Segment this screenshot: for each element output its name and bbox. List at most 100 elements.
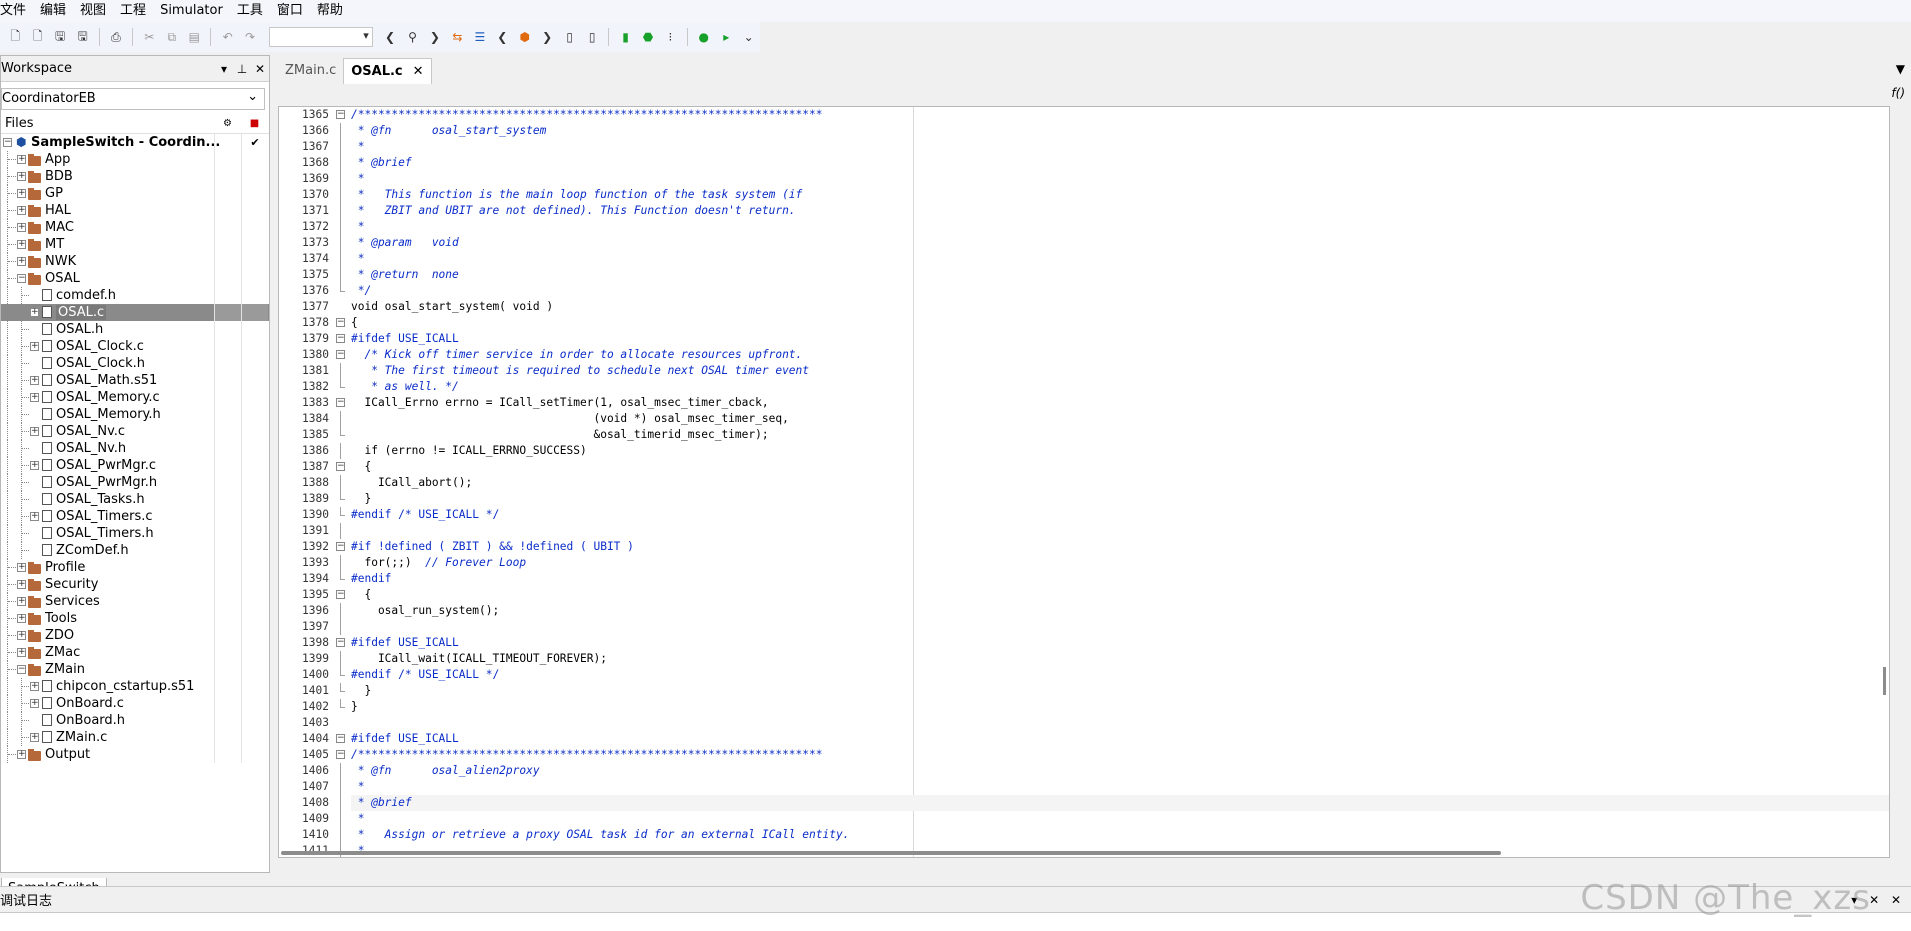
tree-file[interactable]: OSAL_Nv.h xyxy=(1,440,269,457)
expand-icon[interactable]: + xyxy=(30,733,39,742)
forward-icon[interactable]: ❯ xyxy=(538,27,556,47)
expand-icon[interactable]: + xyxy=(30,342,39,351)
tree-folder[interactable]: + ZMac xyxy=(1,644,269,661)
fold-toggle-icon[interactable]: − xyxy=(336,734,345,743)
toolbar-overflow-icon[interactable]: ⌄ xyxy=(739,27,757,47)
expand-icon[interactable]: + xyxy=(30,512,39,521)
vertical-scrollbar[interactable] xyxy=(1883,667,1886,695)
expand-icon[interactable]: + xyxy=(17,580,26,589)
collapse-icon[interactable]: − xyxy=(17,274,26,283)
tree-file[interactable]: OnBoard.h xyxy=(1,712,269,729)
expand-icon[interactable]: + xyxy=(30,682,39,691)
tree-file[interactable]: + OSAL_Memory.c xyxy=(1,389,269,406)
menu-item[interactable]: Simulator xyxy=(153,0,230,22)
menu-item[interactable]: 帮助 xyxy=(310,0,350,22)
copy-icon[interactable]: ⧉ xyxy=(163,27,181,47)
tab-inactive[interactable]: ZMain.c xyxy=(278,58,343,84)
menu-item[interactable]: 工具 xyxy=(230,0,270,22)
expand-icon[interactable]: + xyxy=(17,257,26,266)
expand-icon[interactable]: + xyxy=(17,750,26,759)
tab-list-dropdown-icon[interactable]: ▼ xyxy=(1896,62,1905,76)
prev-icon[interactable]: ❮ xyxy=(381,27,399,47)
tree-file[interactable]: + ZMain.c xyxy=(1,729,269,746)
expand-icon[interactable]: + xyxy=(30,376,39,385)
expand-icon[interactable]: + xyxy=(17,223,26,232)
tree-file[interactable]: ZComDef.h xyxy=(1,542,269,559)
dropdown-icon[interactable]: ▾ xyxy=(215,62,233,76)
fold-toggle-icon[interactable]: − xyxy=(336,334,345,343)
find-combo[interactable] xyxy=(269,27,373,47)
tree-folder[interactable]: + NWK xyxy=(1,253,269,270)
expand-icon[interactable]: + xyxy=(30,393,39,402)
tree-file[interactable]: + OSAL_Math.s51 xyxy=(1,372,269,389)
bookmark-icon[interactable]: ⬢ xyxy=(516,27,534,47)
expand-icon[interactable]: + xyxy=(30,427,39,436)
go-to-icon[interactable]: ⇆ xyxy=(448,27,466,47)
collapse-icon[interactable]: − xyxy=(17,665,26,674)
expand-icon[interactable]: + xyxy=(30,308,39,317)
tree-folder[interactable]: + App xyxy=(1,151,269,168)
project-row[interactable]: − ⬢ SampleSwitch - Coordin... ✔ xyxy=(1,134,269,151)
make-icon[interactable]: ⬣ xyxy=(639,27,657,47)
tree-file[interactable]: OSAL_Tasks.h xyxy=(1,491,269,508)
tree-folder[interactable]: − ZMain xyxy=(1,661,269,678)
horizontal-scrollbar[interactable] xyxy=(281,851,1501,855)
expand-icon[interactable]: + xyxy=(30,461,39,470)
tab-active[interactable]: OSAL.c ✕ xyxy=(343,58,432,84)
save-icon[interactable]: 🖫 xyxy=(51,27,69,47)
tree-folder[interactable]: + GP xyxy=(1,185,269,202)
tree-file[interactable]: + OSAL_Nv.c xyxy=(1,423,269,440)
fold-toggle-icon[interactable]: − xyxy=(336,318,345,327)
tree-folder[interactable]: + MAC xyxy=(1,219,269,236)
next-icon[interactable]: ❯ xyxy=(426,27,444,47)
compile-icon[interactable]: ▮ xyxy=(616,27,634,47)
search-icon[interactable]: ⚲ xyxy=(403,27,421,47)
tree-file[interactable]: + OSAL.c xyxy=(1,304,269,321)
download-debug-icon[interactable]: ● xyxy=(695,27,713,47)
expand-icon[interactable]: + xyxy=(17,597,26,606)
tree-file[interactable]: OSAL_PwrMgr.h xyxy=(1,474,269,491)
collapse-icon[interactable]: − xyxy=(3,138,12,147)
tree-folder[interactable]: + Tools xyxy=(1,610,269,627)
configuration-select[interactable]: CoordinatorEB xyxy=(1,87,265,110)
page-right-icon[interactable]: ▯ xyxy=(583,27,601,47)
new-file-icon[interactable]: 🗋 xyxy=(6,27,24,47)
menu-item[interactable]: 窗口 xyxy=(270,0,310,22)
tree-folder[interactable]: + Output xyxy=(1,746,269,763)
expand-icon[interactable]: + xyxy=(17,563,26,572)
fold-toggle-icon[interactable]: − xyxy=(336,350,345,359)
tree-file[interactable]: + OSAL_Timers.c xyxy=(1,508,269,525)
menu-item[interactable]: 视图 xyxy=(73,0,113,22)
fold-toggle-icon[interactable]: − xyxy=(336,590,345,599)
fold-toggle-icon[interactable]: − xyxy=(336,462,345,471)
tree-file[interactable]: OSAL_Timers.h xyxy=(1,525,269,542)
cut-icon[interactable]: ✂ xyxy=(140,27,158,47)
fold-toggle-icon[interactable]: − xyxy=(336,110,345,119)
fold-toggle-icon[interactable]: − xyxy=(336,638,345,647)
fold-toggle-icon[interactable]: − xyxy=(336,542,345,551)
tree-file[interactable]: OSAL_Memory.h xyxy=(1,406,269,423)
close-icon[interactable]: ✕ xyxy=(251,62,269,76)
expand-icon[interactable]: + xyxy=(17,614,26,623)
page-left-icon[interactable]: ▯ xyxy=(560,27,578,47)
expand-icon[interactable]: + xyxy=(17,189,26,198)
code-editor[interactable]: 1365−/**********************************… xyxy=(278,106,1890,858)
tree-folder[interactable]: + Services xyxy=(1,593,269,610)
redo-icon[interactable]: ↷ xyxy=(241,27,259,47)
tree-file[interactable]: + chipcon_cstartup.s51 xyxy=(1,678,269,695)
save-all-icon[interactable]: 🖫 xyxy=(73,27,91,47)
new-icon[interactable]: 🗋 xyxy=(28,27,46,47)
pin-icon[interactable]: ⊥ xyxy=(233,62,251,76)
function-list-icon[interactable]: f() xyxy=(1891,86,1905,100)
expand-icon[interactable]: + xyxy=(17,648,26,657)
expand-icon[interactable]: + xyxy=(17,206,26,215)
tree-file[interactable]: OSAL.h xyxy=(1,321,269,338)
tree-file[interactable]: + OSAL_Clock.c xyxy=(1,338,269,355)
tree-folder[interactable]: + MT xyxy=(1,236,269,253)
stop-build-icon[interactable]: ⁝ xyxy=(661,27,679,47)
close-tab-icon[interactable]: ✕ xyxy=(413,64,424,79)
tree-file[interactable]: + OnBoard.c xyxy=(1,695,269,712)
menu-item[interactable]: 编辑 xyxy=(33,0,73,22)
expand-icon[interactable]: + xyxy=(30,699,39,708)
tree-folder[interactable]: + Profile xyxy=(1,559,269,576)
